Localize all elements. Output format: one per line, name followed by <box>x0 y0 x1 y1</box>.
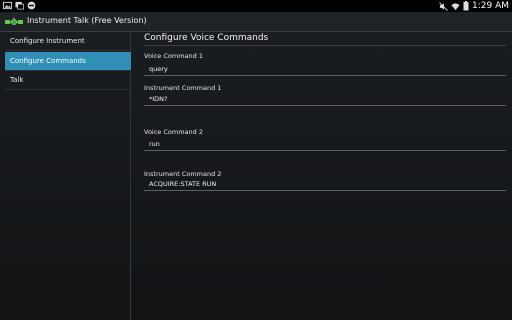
battery-icon <box>463 1 469 11</box>
mute-icon <box>439 1 448 11</box>
sidebar: Configure Instrument Configure Commands … <box>5 32 131 320</box>
content-area: Configure Instrument Configure Commands … <box>0 32 512 320</box>
sidebar-item-label: Configure Instrument <box>10 37 85 45</box>
instrument-command-2-label: Instrument Command 2 <box>144 170 222 178</box>
voice-command-1-value: query <box>149 65 168 73</box>
instrument-command-1-label: Instrument Command 1 <box>144 84 222 92</box>
satellite-icon[interactable] <box>5 17 23 27</box>
app-title: Instrument Talk (Free Version) <box>27 16 147 25</box>
image-icon <box>3 1 12 10</box>
voice-command-2-label: Voice Command 2 <box>144 128 203 136</box>
voice-command-1-field[interactable]: query <box>144 64 506 76</box>
voice-command-2-field[interactable]: run <box>144 139 506 151</box>
page-title: Configure Voice Commands <box>144 33 269 43</box>
sidebar-item-label: Configure Commands <box>10 57 86 65</box>
main-panel: Configure Voice Commands Voice Command 1… <box>140 32 506 320</box>
wifi-icon <box>451 2 460 10</box>
status-time: 1:29 AM <box>472 1 509 11</box>
title-divider <box>144 45 506 46</box>
sidebar-item-configure-commands[interactable]: Configure Commands <box>5 52 131 71</box>
instrument-command-2-field[interactable]: ACQUIRE:STATE RUN <box>144 179 506 191</box>
voice-command-1-label: Voice Command 1 <box>144 52 203 60</box>
instrument-command-2-value: ACQUIRE:STATE RUN <box>149 180 217 188</box>
instrument-command-1-value: *IDN? <box>149 95 168 103</box>
sidebar-item-label: Talk <box>10 76 24 84</box>
voice-command-2-value: run <box>149 140 160 148</box>
sidebar-item-configure-instrument[interactable]: Configure Instrument <box>5 32 131 51</box>
status-bar: 1:29 AM <box>0 0 512 12</box>
notification-icon <box>15 1 24 10</box>
do-not-disturb-icon <box>27 1 36 10</box>
instrument-command-1-field[interactable]: *IDN? <box>144 94 506 106</box>
action-bar: Instrument Talk (Free Version) <box>0 12 512 32</box>
sidebar-item-talk[interactable]: Talk <box>5 71 131 90</box>
